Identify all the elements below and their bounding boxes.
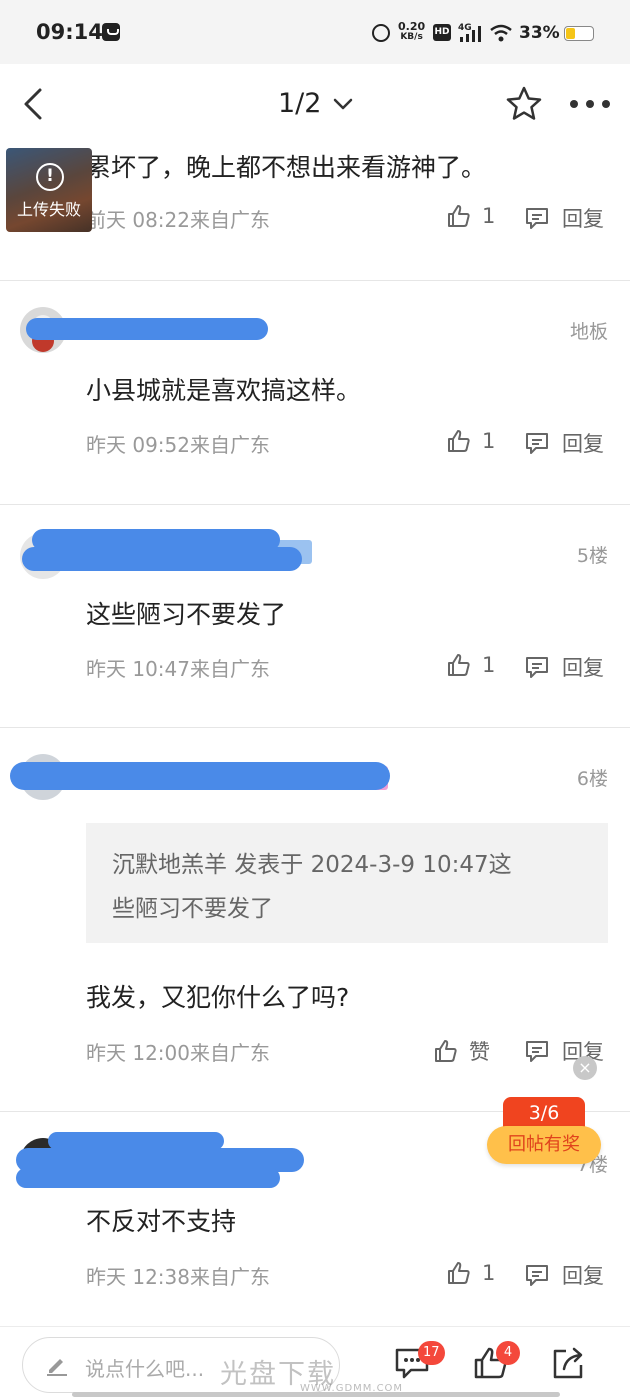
comment-count-badge: 17 — [418, 1341, 445, 1365]
more-icon[interactable] — [568, 98, 612, 110]
post-floor-2: 地板 小县城就是喜欢搞这样。 昨天 09:52来自广东 1 回复 — [0, 281, 630, 505]
page-indicator[interactable]: 1/2 — [278, 88, 321, 119]
star-icon[interactable] — [504, 84, 544, 124]
battery-fill — [566, 28, 575, 39]
thumbs-up-icon — [435, 1040, 457, 1062]
battery-percent: 33% — [519, 23, 560, 43]
network-type: 4G — [458, 23, 472, 33]
redacted-username — [26, 318, 268, 340]
reply-label: 回复 — [562, 656, 604, 680]
back-icon[interactable] — [16, 84, 52, 124]
floor-label: 6楼 — [576, 768, 608, 790]
like-button[interactable]: 1 — [446, 1260, 495, 1286]
like-count: 1 — [482, 204, 496, 228]
reply-label: 回复 — [562, 1264, 604, 1288]
like-label: 赞 — [469, 1040, 490, 1064]
post-time: 昨天 10:47来自广东 — [86, 657, 270, 681]
reply-button[interactable]: 回复 — [524, 652, 604, 682]
post-time: 前天 08:22来自广东 — [86, 208, 270, 232]
redacted-username-overlay — [16, 1168, 280, 1188]
like-count-badge: 4 — [496, 1341, 520, 1365]
reply-button[interactable]: 回复 — [524, 1260, 604, 1290]
post-time: 昨天 12:38来自广东 — [86, 1265, 270, 1289]
thumbs-up-icon — [448, 205, 470, 227]
redacted-username — [10, 762, 390, 790]
post-time: 昨天 12:00来自广东 — [86, 1041, 270, 1065]
post-floor-3: 累坏了，晚上都不想出来看游神了。 前天 08:22来自广东 1 回复 — [0, 148, 630, 281]
reward-progress[interactable]: 3/6 — [503, 1097, 585, 1129]
comment-icon — [526, 433, 548, 454]
comment-icon — [526, 1265, 548, 1286]
network-speed: 0.20 KB/s — [398, 21, 425, 43]
thumbs-up-icon — [448, 654, 470, 676]
like-button[interactable]: 1 — [446, 428, 495, 454]
wifi-icon — [490, 24, 512, 42]
post-time: 昨天 09:52来自广东 — [86, 433, 270, 457]
like-button[interactable]: 1 — [446, 203, 495, 229]
network-speed-value: 0.20 — [398, 20, 426, 33]
quote-line: 些陋习不要发了 — [112, 896, 273, 922]
floor-label: 5楼 — [576, 545, 608, 567]
floor-label: 地板 — [569, 321, 608, 343]
notification-app-icon — [102, 23, 120, 41]
reward-close-button[interactable]: × — [573, 1056, 597, 1080]
comment-icon — [526, 1041, 548, 1062]
alert-icon: ! — [36, 163, 64, 191]
post-content: 不反对不支持 — [86, 1207, 237, 1236]
reward-button[interactable]: 回帖有奖 — [487, 1126, 601, 1164]
reply-label: 回复 — [562, 207, 604, 231]
status-bar: 09:14 0.20 KB/s HD 4G 33% — [0, 0, 630, 64]
image-thumbnail[interactable]: ! 上传失败 — [6, 148, 92, 232]
post-content: 我发，又犯你什么了吗? — [86, 983, 350, 1012]
top-nav: 1/2 — [0, 64, 630, 148]
upload-failed-label: 上传失败 — [16, 200, 81, 219]
like-count: 1 — [482, 1261, 496, 1285]
like-count: 1 — [482, 653, 496, 677]
network-speed-unit: KB/s — [400, 32, 423, 42]
status-time: 09:14 — [36, 20, 103, 44]
like-count: 1 — [482, 429, 496, 453]
post-content: 小县城就是喜欢搞这样。 — [86, 376, 362, 405]
post-floor-6: 6楼 沉默地羔羊 发表于 2024-3-9 10:47这 些陋习不要发了 我发，… — [0, 728, 630, 1112]
reply-button[interactable]: 回复 — [524, 203, 604, 233]
comment-icon — [526, 657, 548, 678]
post-floor-5: 5楼 这些陋习不要发了 昨天 10:47来自广东 1 回复 — [0, 505, 630, 728]
battery-icon — [564, 26, 594, 41]
like-button[interactable]: 1 — [446, 652, 495, 678]
quote-line: 沉默地羔羊 发表于 2024-3-9 10:47这 — [112, 852, 512, 878]
quoted-post: 沉默地羔羊 发表于 2024-3-9 10:47这 些陋习不要发了 — [86, 823, 608, 943]
thumbs-up-icon — [448, 430, 470, 452]
home-indicator[interactable] — [72, 1392, 560, 1397]
post-content: 这些陋习不要发了 — [86, 600, 287, 629]
comment-icon — [526, 208, 548, 229]
post-content: 累坏了，晚上都不想出来看游神了。 — [86, 153, 487, 182]
hd-icon: HD — [433, 24, 451, 41]
redacted-username-overlay — [22, 547, 302, 571]
chevron-down-icon[interactable] — [332, 94, 354, 114]
comment-placeholder: 说点什么吧... — [85, 1357, 205, 1381]
signal-icon: 4G — [458, 23, 481, 42]
thumbs-up-icon — [448, 1262, 470, 1284]
like-button[interactable]: 赞 — [433, 1036, 490, 1066]
pencil-icon — [47, 1359, 67, 1376]
share-icon[interactable] — [550, 1345, 588, 1381]
reply-label: 回复 — [562, 432, 604, 456]
alarm-icon — [372, 24, 390, 42]
reply-button[interactable]: 回复 — [524, 428, 604, 458]
